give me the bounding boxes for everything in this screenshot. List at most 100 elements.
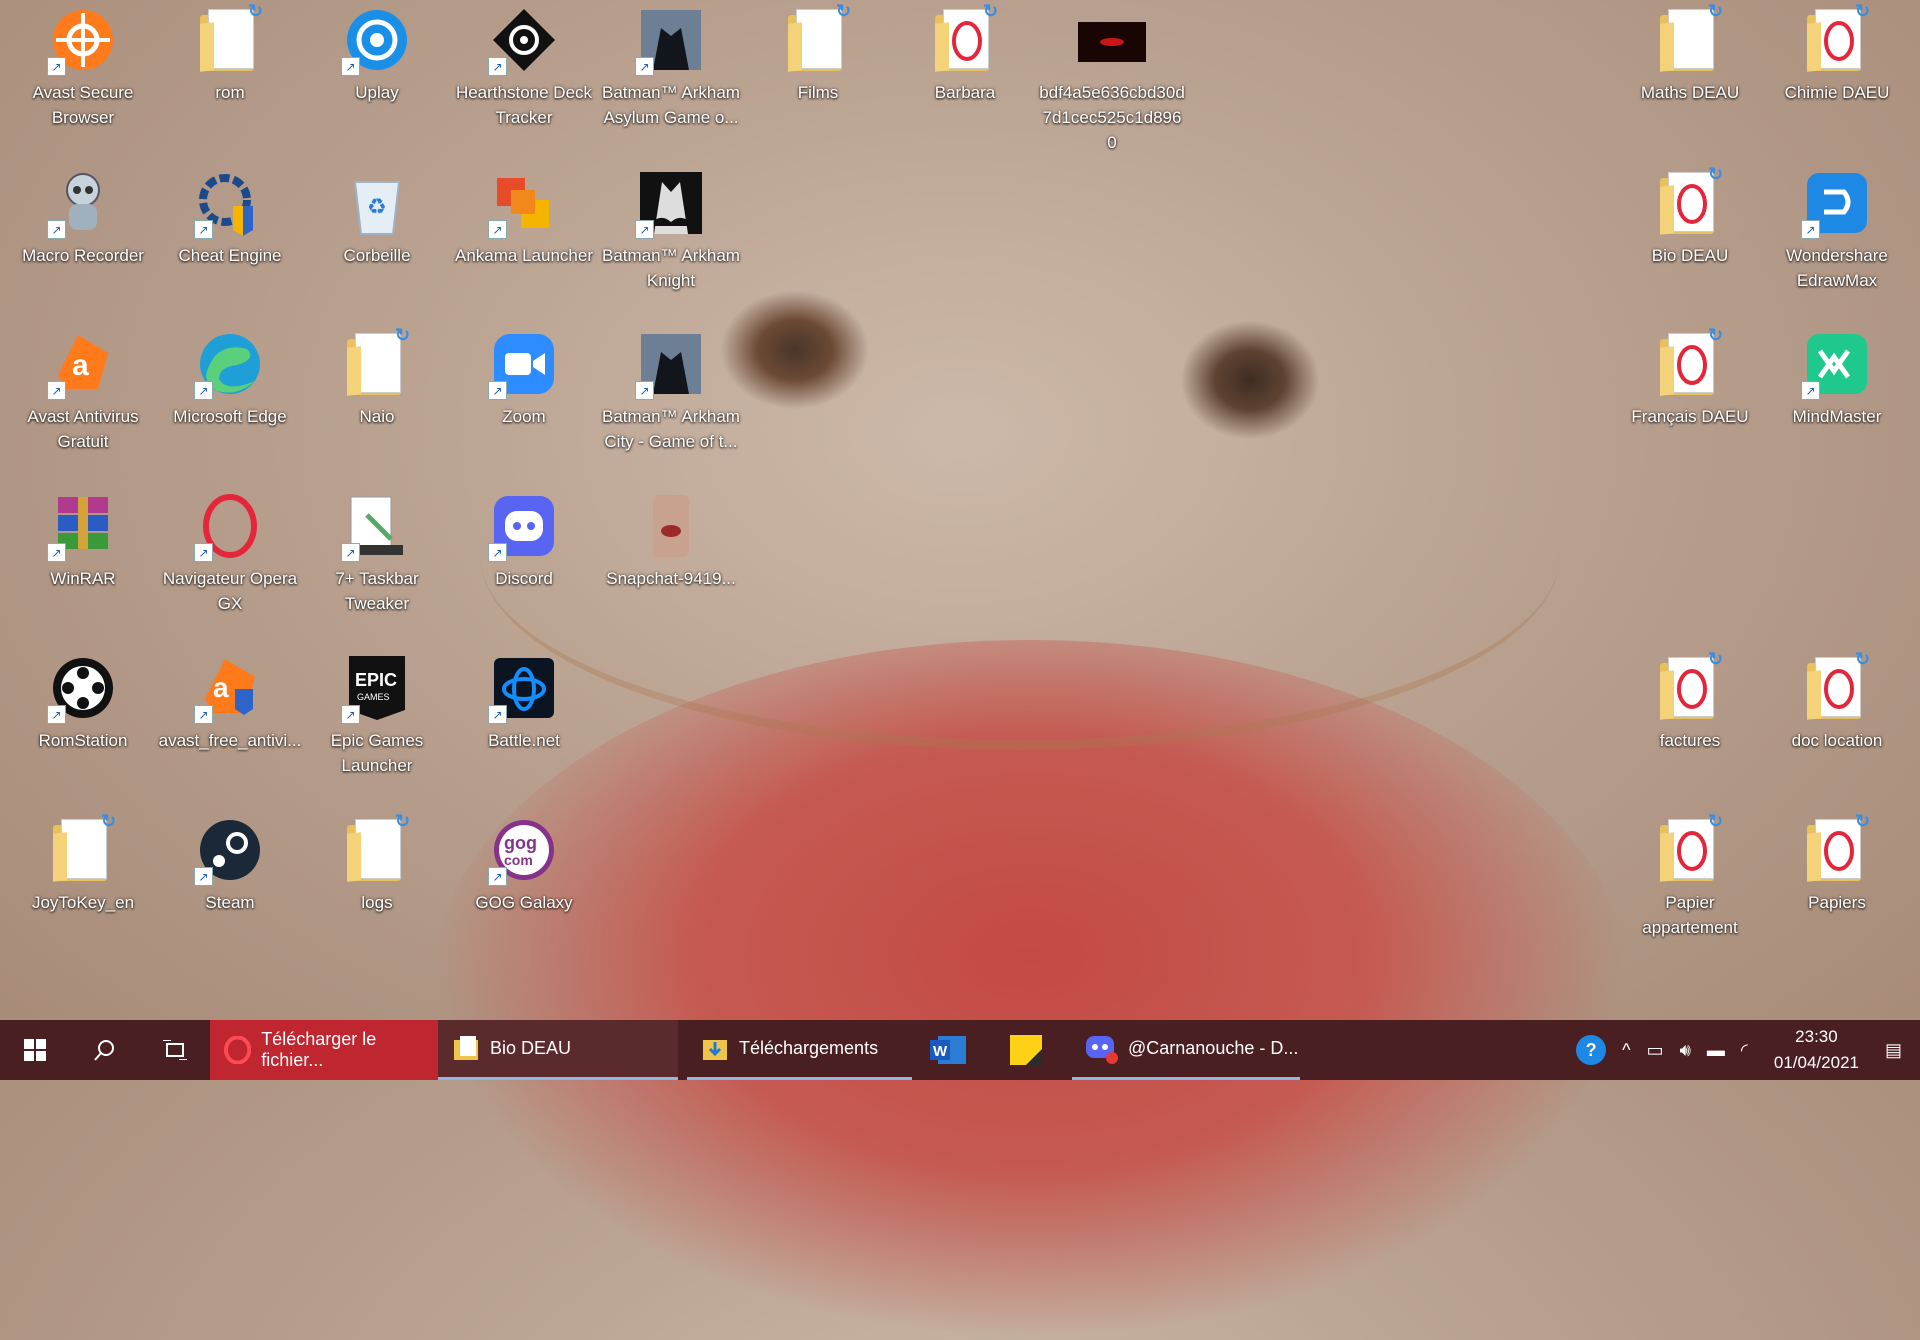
desktop-icon-label: 7+ Taskbar Tweaker bbox=[335, 569, 419, 613]
desktop-icon[interactable]: ↗ Batman™ Arkham Asylum Game o... bbox=[598, 4, 744, 130]
shortcut-arrow-icon: ↗ bbox=[194, 381, 213, 400]
desktop-icon[interactable]: ↗ Discord bbox=[451, 490, 597, 591]
edrawmax-icon: ↗ bbox=[1801, 167, 1873, 239]
battery-icon[interactable]: ▬ bbox=[1707, 1040, 1725, 1061]
volume-icon[interactable]: 🔊︎ bbox=[1680, 1040, 1691, 1061]
desktop-icon[interactable]: ↗ RomStation bbox=[10, 652, 156, 753]
desktop-icon[interactable]: ↗ Microsoft Edge bbox=[157, 328, 303, 429]
word-icon: W bbox=[930, 1036, 966, 1064]
taskbar-app-discord[interactable]: @Carnanouche - D... bbox=[1072, 1020, 1300, 1080]
desktop-icon[interactable]: ↗ Ankama Launcher bbox=[451, 167, 597, 268]
desktop-icon-label: doc location bbox=[1791, 731, 1883, 750]
desktop-icon[interactable]: ↗ MindMaster bbox=[1764, 328, 1910, 429]
shortcut-arrow-icon: ↗ bbox=[1801, 381, 1820, 400]
desktop-icon[interactable]: ↻ Chimie DAEU bbox=[1764, 2, 1910, 105]
desktop-icon-label: Papier appartement bbox=[1642, 893, 1738, 937]
desktop-icon[interactable]: ↻ Films bbox=[745, 2, 891, 105]
desktop-icon[interactable]: ↻ Bio DEAU bbox=[1617, 165, 1763, 268]
desktop-icon[interactable]: ↗ Navigateur Opera GX bbox=[157, 490, 303, 616]
desktop-icon[interactable]: ↻ factures bbox=[1617, 650, 1763, 753]
desktop-icon[interactable]: ↻ Français DAEU bbox=[1617, 326, 1763, 429]
desktop-icon[interactable]: a ↗ avast_free_antivi... bbox=[157, 652, 303, 753]
desktop-icon[interactable]: ↻ doc location bbox=[1764, 650, 1910, 753]
start-button[interactable] bbox=[0, 1020, 70, 1080]
desktop-icon[interactable]: bdf4a5e636cbd30d7d1cec525c1d8960 bbox=[1039, 4, 1185, 155]
desktop-icon[interactable]: ↗ Batman™ Arkham Knight bbox=[598, 167, 744, 293]
help-icon[interactable]: ? bbox=[1576, 1035, 1607, 1065]
taskbar-app-telechargements[interactable]: Téléchargements bbox=[687, 1020, 912, 1080]
desktop-icon-label: bdf4a5e636cbd30d7d1cec525c1d8960 bbox=[1039, 83, 1185, 152]
ankama-launcher-icon: ↗ bbox=[488, 167, 560, 239]
desktop-icon[interactable]: ↗ Macro Recorder bbox=[10, 167, 156, 268]
desktop-icon[interactable]: ↻ Papiers bbox=[1764, 812, 1910, 915]
desktop-icon[interactable]: Snapchat-9419... bbox=[598, 490, 744, 591]
wallpaper-tongue bbox=[430, 640, 1630, 1340]
desktop-icon[interactable]: ♻ Corbeille bbox=[304, 167, 450, 268]
desktop-icon-label: Microsoft Edge bbox=[173, 407, 287, 426]
shortcut-arrow-icon: ↗ bbox=[341, 705, 360, 724]
shortcut-arrow-icon: ↗ bbox=[47, 543, 66, 562]
desktop-icon[interactable]: ↗ Wondershare EdrawMax bbox=[1764, 167, 1910, 293]
folder-icon: ↻ bbox=[341, 812, 413, 886]
avast-secure-browser-icon: ↗ bbox=[47, 4, 119, 76]
shortcut-arrow-icon: ↗ bbox=[488, 57, 507, 76]
desktop-icon-label: Papiers bbox=[1808, 893, 1866, 912]
discord-icon bbox=[1086, 1035, 1118, 1064]
desktop-icon[interactable]: gog com ↗ GOG Galaxy bbox=[451, 814, 597, 915]
folder-download-icon bbox=[703, 1039, 727, 1060]
taskbar-app-bio-deau[interactable]: Bio DEAU bbox=[438, 1020, 678, 1080]
desktop-icon-label: Français DAEU bbox=[1631, 407, 1749, 426]
desktop-icon[interactable]: ↻ Papier appartement bbox=[1617, 812, 1763, 940]
chevron-up-icon[interactable]: ^ bbox=[1622, 1040, 1630, 1061]
desktop-icon[interactable]: ↻ rom bbox=[157, 2, 303, 105]
taskbar-app-label: @Carnanouche - D... bbox=[1128, 1038, 1299, 1058]
desktop-icon[interactable]: ↗ Cheat Engine bbox=[157, 167, 303, 268]
taskbar-app-sticky-notes[interactable] bbox=[988, 1020, 1064, 1080]
desktop-icon[interactable]: ↻ Barbara bbox=[892, 2, 1038, 105]
desktop-icon[interactable]: ↻ Naio bbox=[304, 326, 450, 429]
gog-galaxy-icon: gog com ↗ bbox=[488, 814, 560, 886]
desktop-icon-label: Snapchat-9419... bbox=[606, 569, 736, 588]
search-button[interactable] bbox=[70, 1020, 140, 1080]
desktop-icon-label: Macro Recorder bbox=[22, 246, 144, 265]
desktop-icon[interactable]: ↻ Maths DEAU bbox=[1617, 2, 1763, 105]
cheat-engine-icon: ↗ bbox=[194, 167, 266, 239]
shortcut-arrow-icon: ↗ bbox=[47, 220, 66, 239]
folder-icon: ↻ bbox=[47, 812, 119, 886]
desktop-icon[interactable]: ↗ Uplay bbox=[304, 4, 450, 105]
shortcut-arrow-icon: ↗ bbox=[488, 381, 507, 400]
opera-icon bbox=[224, 1036, 252, 1064]
desktop-icon[interactable]: ↗ WinRAR bbox=[10, 490, 156, 591]
desktop-icon[interactable]: ↗ Steam bbox=[157, 814, 303, 915]
meet-now-icon[interactable]: ▭ bbox=[1647, 1040, 1664, 1061]
desktop-icon-label: Zoom bbox=[502, 407, 546, 426]
steam-icon: ↗ bbox=[194, 814, 266, 886]
notification-icon[interactable]: ▤ bbox=[1885, 1040, 1902, 1061]
zoom-icon: ↗ bbox=[488, 328, 560, 400]
shortcut-arrow-icon: ↗ bbox=[194, 543, 213, 562]
desktop-icon[interactable]: ↗ Battle.net bbox=[451, 652, 597, 753]
folder-icon: ↻ bbox=[782, 2, 854, 76]
desktop-icon[interactable]: ↗ Zoom bbox=[451, 328, 597, 429]
folder-opera-icon: ↻ bbox=[1801, 650, 1873, 724]
desktop-icon[interactable]: ↗ Batman™ Arkham City - Game of t... bbox=[598, 328, 744, 454]
discord-icon: ↗ bbox=[488, 490, 560, 562]
taskbar: Télécharger le fichier... Bio DEAU Téléc… bbox=[0, 1020, 1920, 1080]
desktop-icon[interactable]: ↻ JoyToKey_en bbox=[10, 812, 156, 915]
desktop-icon-label: avast_free_antivi... bbox=[158, 731, 302, 750]
desktop-icon[interactable]: ↗ Hearthstone Deck Tracker bbox=[451, 4, 597, 130]
taskbar-app-word[interactable]: W bbox=[912, 1020, 988, 1080]
desktop-icon[interactable]: a ↗ Avast Antivirus Gratuit bbox=[10, 328, 156, 454]
desktop-icon[interactable]: ↗ Avast Secure Browser bbox=[10, 4, 156, 130]
task-view-button[interactable] bbox=[140, 1020, 210, 1080]
desktop-icon-label: Avast Antivirus Gratuit bbox=[27, 407, 139, 451]
wifi-icon[interactable]: ◜ bbox=[1741, 1040, 1748, 1061]
desktop-icon-label: Batman™ Arkham Knight bbox=[602, 246, 740, 290]
taskbar-app-opera[interactable]: Télécharger le fichier... bbox=[210, 1020, 438, 1080]
desktop-icon-label: RomStation bbox=[38, 731, 128, 750]
desktop-icon[interactable]: ↗ 7+ Taskbar Tweaker bbox=[304, 490, 450, 616]
desktop-icon[interactable]: ↻ logs bbox=[304, 812, 450, 915]
clock[interactable]: 23:30 01/04/2021 bbox=[1774, 1024, 1859, 1076]
desktop-icon-label: Navigateur Opera GX bbox=[162, 569, 298, 613]
desktop-icon[interactable]: EPIC GAMES ↗ Epic Games Launcher bbox=[304, 652, 450, 778]
